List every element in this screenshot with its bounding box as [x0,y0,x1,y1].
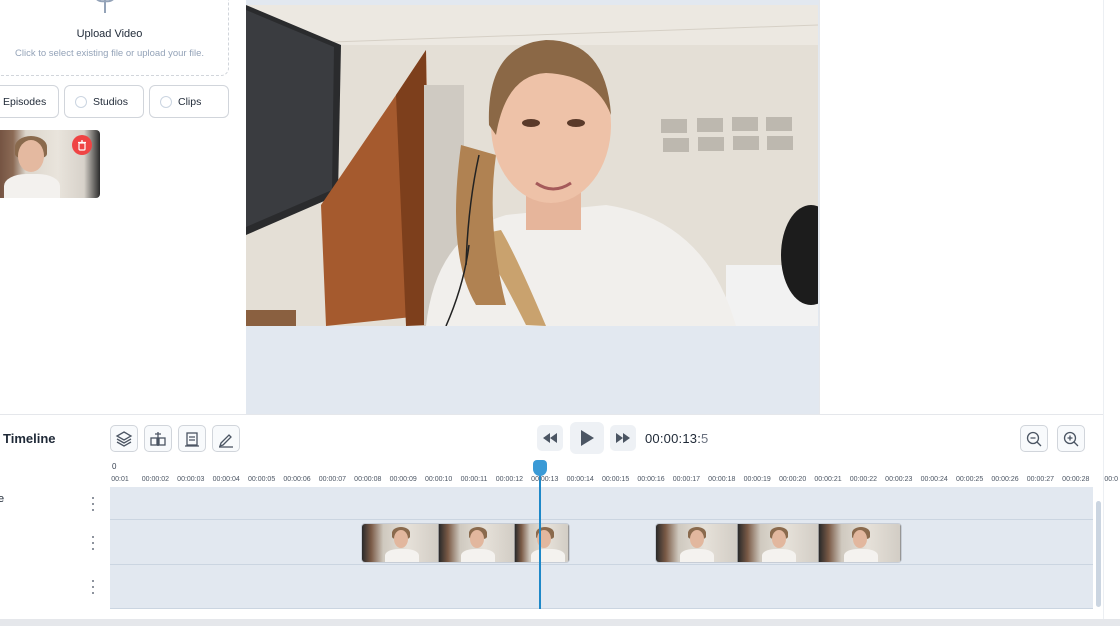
ruler-tick-label: 00:00:25 [955,476,984,483]
track-label: e [0,493,5,505]
ruler-tick-label: 00:00:22 [849,476,878,483]
horizontal-scrollbar[interactable] [0,619,1120,626]
ruler-tick-label: 00:01 [111,476,129,483]
filter-studios-label: Studios [93,95,129,108]
track-lane[interactable] [110,565,1093,609]
filter-clips-label: Clips [178,95,202,108]
ruler-tick-label: 00:00:15 [601,476,630,483]
radio-icon[interactable] [160,95,172,108]
track-header [0,520,109,565]
rewind-icon [543,433,557,443]
timeline-track-3 [0,565,1093,609]
timeline-panel: Timeline 00:00:13:5 0 00:01 00:00:02 00:… [0,414,1118,619]
upload-arrow-icon [96,0,114,13]
timeline-track-1: e [0,487,1093,520]
properties-panel [820,0,1103,414]
zoom-in-button[interactable] [1057,425,1085,452]
fast-forward-icon [616,433,630,443]
ruler-tick-label: 00:00:14 [566,476,594,483]
ruler-tick-label: 00:00:21 [814,476,842,483]
trash-icon [78,139,86,151]
playhead-line [539,475,541,609]
ruler-tick-label: 00:00:03 [177,476,205,483]
media-panel: Upload Video Click to select existing fi… [0,0,246,414]
ruler-tick-label: 00:00:19 [743,476,771,483]
track-lane[interactable] [110,487,1093,520]
ruler-tick-label: 00:00:12 [495,476,524,483]
ruler-tick-label: 00:0 [1104,476,1118,483]
track-menu-icon[interactable] [89,535,97,550]
ruler-tick-label: 00:00:17 [672,476,701,483]
playhead-handle[interactable] [533,460,547,476]
ruler-tick-label: 00:00:16 [637,476,665,483]
split-icon [150,431,166,446]
ruler-tick-label: 00:00:06 [283,476,311,483]
timecode-main: 00:00:13: [645,431,702,446]
ruler-tick-label: 00:00:07 [318,476,347,483]
filter-episodes-label: Episodes [3,95,47,108]
timeline-scrollbar[interactable] [1096,501,1101,607]
track-header [0,565,109,609]
layers-button[interactable] [110,425,138,452]
radio-icon[interactable] [75,95,87,108]
media-filter-group: Episodes Studios Clips [0,85,229,118]
delete-media-button[interactable] [72,135,92,155]
filter-episodes[interactable]: Episodes [0,85,59,118]
filter-clips[interactable]: Clips [149,85,229,118]
upload-title: Upload Video [76,28,143,40]
ruler-tick-label: 00:00:08 [354,476,382,483]
current-timecode: 00:00:13:5 [645,431,708,446]
video-preview [246,0,819,414]
zoom-out-button[interactable] [1020,425,1048,452]
ruler-tick-label: 00:00:23 [885,476,913,483]
ruler-tick-label: 00:00:05 [247,476,276,483]
edit-button[interactable] [212,425,240,452]
ruler-zero-label: 0 [112,462,117,471]
edit-icon [218,433,233,448]
upload-subtitle: Click to select existing file or upload … [14,48,205,59]
ruler-tick-label: 00:00:28 [1062,476,1090,483]
filter-studios[interactable]: Studios [64,85,144,118]
video-clip[interactable] [655,523,902,563]
ruler-tick-label: 00:00:02 [141,476,170,483]
ruler-tick-label: 00:00:26 [991,476,1019,483]
timecode-frame: 5 [701,431,709,446]
video-frame[interactable] [246,5,818,326]
ruler-tick-label: 00:00:11 [460,476,488,483]
detach-audio-icon [185,431,199,447]
track-menu-icon[interactable] [89,496,97,511]
layers-icon [115,430,133,447]
play-button[interactable] [570,422,604,454]
time-ruler[interactable]: 0 00:01 00:00:02 00:00:03 00:00:04 00:00:05 0… [110,461,1118,486]
ruler-tick-label: 00:00:20 [778,476,807,483]
detach-audio-button[interactable] [178,425,206,452]
video-editor: Upload Video Click to select existing fi… [0,0,1120,626]
ruler-tick-label: 00:00:09 [389,476,417,483]
zoom-out-icon [1026,431,1042,446]
ruler-tick-label: 00:00:24 [920,476,948,483]
zoom-in-icon [1063,431,1079,446]
media-thumbnail[interactable] [0,130,100,198]
timeline-title: Timeline [3,431,56,446]
timeline-track-2 [0,520,1093,565]
fast-forward-button[interactable] [610,425,636,451]
play-icon [581,430,594,446]
ruler-tick-label: 00:00:13 [531,476,559,483]
ruler-tick-label: 00:00:10 [424,476,453,483]
track-menu-icon[interactable] [89,580,97,594]
ruler-tick-label: 00:00:04 [212,476,240,483]
ruler-tick-label: 00:00:18 [708,476,736,483]
upload-dropzone[interactable]: Upload Video Click to select existing fi… [0,0,229,76]
split-button[interactable] [144,425,172,452]
track-header: e [0,487,109,520]
ruler-tick-label: 00:00:27 [1026,476,1055,483]
track-lane[interactable] [110,520,1093,565]
rewind-button[interactable] [537,425,563,451]
